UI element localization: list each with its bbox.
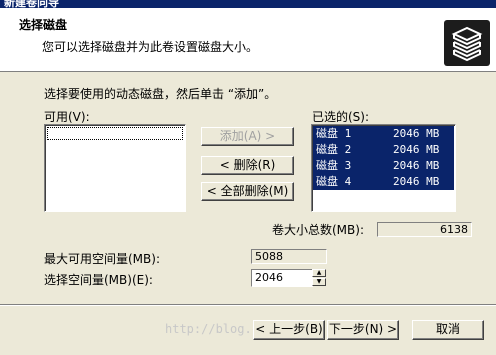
page-title: 选择磁盘 <box>19 18 68 32</box>
disk-stack-icon <box>444 20 490 66</box>
available-label: 可用(V): <box>44 110 90 124</box>
add-button[interactable]: 添加(A) > <box>201 127 294 146</box>
footer-separator <box>0 304 496 306</box>
page-subtitle: 您可以选择磁盘并为此卷设置磁盘大小。 <box>42 40 259 54</box>
total-size-value: 6138 <box>377 222 472 237</box>
selected-label: 已选的(S): <box>312 110 370 124</box>
max-space-value: 5088 <box>251 249 327 264</box>
list-item[interactable]: 磁盘 4 2046 MB <box>313 174 454 190</box>
list-item[interactable]: 磁盘 1 2046 MB <box>313 126 454 142</box>
list-item[interactable]: 磁盘 3 2046 MB <box>313 158 454 174</box>
instruction-text: 选择要使用的动态磁盘，然后单击 “添加”。 <box>44 87 277 101</box>
space-amount-input[interactable]: 2046 <box>251 269 313 287</box>
list-item[interactable]: 磁盘 2 2046 MB <box>313 142 454 158</box>
spin-down-button[interactable]: ▼ <box>312 278 326 286</box>
cancel-button[interactable]: 取消 <box>412 320 484 340</box>
remove-all-button[interactable]: < 全部删除(M) <box>201 182 294 201</box>
list-focus-rect <box>47 127 183 140</box>
select-space-label: 选择空间量(MB)(E): <box>44 273 153 287</box>
title-bar: 新建卷向导 <box>0 0 496 8</box>
back-button[interactable]: < 上一步(B) <box>253 320 325 340</box>
next-button[interactable]: 下一步(N) > <box>327 320 399 340</box>
selected-disks-list[interactable]: 磁盘 1 2046 MB 磁盘 2 2046 MB 磁盘 3 2046 MB 磁盘 4… <box>311 124 456 212</box>
total-size-label: 卷大小总数(MB): <box>272 223 364 237</box>
window-title: 新建卷向导 <box>4 0 59 8</box>
max-space-label: 最大可用空间量(MB): <box>44 252 160 266</box>
spin-up-button[interactable]: ▲ <box>312 269 326 277</box>
available-disks-list[interactable] <box>44 124 186 212</box>
remove-button[interactable]: < 删除(R) <box>201 156 294 175</box>
wizard-header: 选择磁盘 您可以选择磁盘并为此卷设置磁盘大小。 <box>0 8 496 72</box>
